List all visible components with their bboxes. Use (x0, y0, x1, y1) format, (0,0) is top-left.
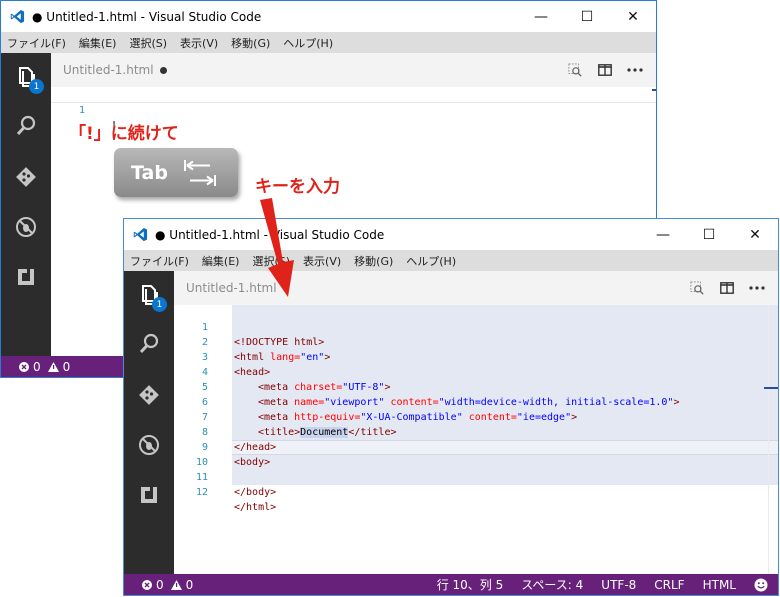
tab-untitled-1[interactable]: Untitled-1.html (51, 53, 177, 87)
close-button[interactable]: ✕ (610, 1, 656, 32)
menu-bar: ファイル(F) 編集(E) 選択(S) 表示(V) 移動(G) ヘルプ(H) (124, 250, 778, 271)
cursor-position[interactable]: 行 10、列 5 (437, 576, 504, 593)
code-line: 11 </body> (174, 455, 778, 498)
code-line: 4 <meta charset="UTF-8"> (174, 350, 778, 393)
code-line: 8 </head> (174, 410, 778, 453)
code-token: </html> (234, 502, 277, 513)
title-bar: ● Untitled-1.html - Visual Studio Code —… (1, 1, 656, 32)
explorer-badge: 1 (152, 297, 167, 312)
line-number: 1 (78, 105, 85, 116)
maximize-button[interactable]: ☐ (686, 219, 732, 250)
tab-arrows-icon (183, 159, 216, 186)
indentation[interactable]: スペース: 4 (521, 576, 583, 593)
menu-file[interactable]: ファイル(F) (130, 253, 189, 269)
code-line: 6 <meta http-equiv="X-UA-Compatible" con… (174, 380, 778, 423)
activity-bar: 1 (124, 271, 174, 574)
code-line: 10 (174, 440, 778, 468)
menu-bar: ファイル(F) 編集(E) 選択(S) 表示(V) 移動(G) ヘルプ(H) (1, 32, 656, 53)
activity-bar: 1 (1, 53, 51, 356)
search-icon[interactable] (11, 111, 41, 141)
explorer-badge: 1 (29, 79, 44, 94)
menu-help[interactable]: ヘルプ(H) (283, 35, 333, 51)
code-line: 1 ! (51, 88, 656, 131)
error-count: 0 (33, 359, 41, 374)
open-preview-icon[interactable] (562, 60, 588, 80)
more-actions-icon[interactable] (744, 278, 770, 298)
code-line: 7 <title>Document</title> (174, 395, 778, 438)
menu-view[interactable]: 表示(V) (303, 253, 341, 269)
code-editor[interactable]: 1 <!DOCTYPE html> 2 <html lang="en"> 3 <… (174, 305, 778, 574)
warning-icon (47, 361, 59, 372)
red-arrow-icon (260, 198, 294, 297)
minimize-button[interactable]: — (640, 219, 686, 250)
search-icon[interactable] (134, 329, 164, 359)
split-editor-icon[interactable] (592, 60, 618, 80)
debug-icon[interactable] (134, 430, 164, 460)
source-control-icon[interactable] (11, 162, 41, 192)
problems-indicator[interactable]: 0 0 (1, 360, 70, 374)
tab-label: Untitled-1.html (63, 63, 154, 77)
code-line: 2 <html lang="en"> (174, 320, 778, 363)
encoding[interactable]: UTF-8 (601, 578, 636, 592)
code-line: 5 <meta name="viewport" content="width=d… (174, 365, 778, 408)
menu-view[interactable]: 表示(V) (180, 35, 218, 51)
debug-icon[interactable] (11, 212, 41, 242)
menu-go[interactable]: 移動(G) (231, 35, 270, 51)
open-preview-icon[interactable] (684, 278, 710, 298)
minimize-button[interactable]: — (518, 1, 564, 32)
overview-ruler-mark (652, 89, 656, 91)
menu-edit[interactable]: 編集(E) (79, 35, 117, 51)
menu-file[interactable]: ファイル(F) (7, 35, 66, 51)
error-icon (19, 361, 29, 372)
line-number: 12 (195, 487, 208, 498)
more-actions-icon[interactable] (622, 60, 648, 80)
warning-count: 0 (62, 359, 71, 374)
source-control-icon[interactable] (134, 380, 164, 410)
unsaved-dot-icon (160, 67, 167, 74)
warning-count: 0 (185, 577, 194, 592)
tab-bar: Untitled-1.html (51, 53, 656, 87)
problems-indicator[interactable]: 0 0 (124, 578, 193, 592)
line-ending[interactable]: CRLF (654, 578, 684, 592)
vscode-logo-icon (133, 227, 148, 242)
tab-key-label: Tab (131, 161, 168, 184)
code-line: 12 </html> (174, 470, 778, 513)
error-count: 0 (156, 577, 164, 592)
error-icon (142, 579, 152, 590)
close-button[interactable]: ✕ (732, 219, 778, 250)
extensions-icon[interactable] (134, 480, 164, 510)
code-line: 1 <!DOCTYPE html> (174, 305, 778, 348)
vertical-scrollbar[interactable] (768, 305, 778, 574)
code-line: 3 <head> (174, 335, 778, 378)
split-editor-icon[interactable] (714, 278, 740, 298)
tab-key-illustration: Tab (114, 148, 238, 197)
menu-help[interactable]: ヘルプ(H) (406, 253, 456, 269)
overview-ruler-mark (764, 387, 778, 389)
editor-area: Untitled-1.html 1 <!DOCTYPE html> 2 <htm… (174, 271, 778, 574)
code-line: 9 <body> (174, 425, 778, 468)
menu-go[interactable]: 移動(G) (354, 253, 393, 269)
window-title: ● Untitled-1.html - Visual Studio Code (32, 9, 262, 24)
menu-edit[interactable]: 編集(E) (202, 253, 240, 269)
language-mode[interactable]: HTML (703, 578, 736, 592)
maximize-button[interactable]: ☐ (564, 1, 610, 32)
title-bar: ● Untitled-1.html - Visual Studio Code —… (124, 219, 778, 250)
annotation-step2: キーを入力 (255, 177, 340, 197)
extensions-icon[interactable] (11, 262, 41, 292)
vscode-logo-icon (10, 9, 25, 24)
vscode-window-after: ● Untitled-1.html - Visual Studio Code —… (123, 218, 779, 596)
feedback-smiley-icon[interactable] (754, 578, 768, 592)
status-bar: 0 0 行 10、列 5 スペース: 4 UTF-8 CRLF HTML (124, 574, 778, 595)
menu-selection[interactable]: 選択(S) (129, 35, 167, 51)
code-token: </body> (234, 487, 277, 498)
warning-icon (170, 579, 182, 590)
annotation-step1: 「!」に続けて (69, 124, 179, 144)
